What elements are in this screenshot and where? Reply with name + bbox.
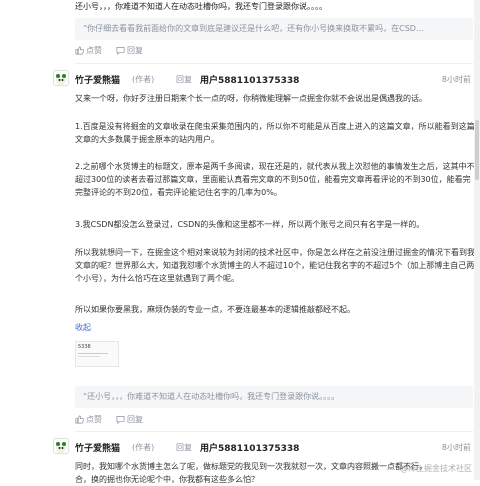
- reply-quote[interactable]: “还小号，，，你难道不知道人在动态吐槽你吗，我还专门登录跟你说。。。。: [75, 386, 473, 408]
- like-button[interactable]: 点赞: [75, 414, 102, 425]
- comment-paragraph: 所以如果你要黑我，麻烦伪装的专业一点，不要连最基本的逻辑推敲都经不起。: [75, 305, 355, 314]
- reply-target-user[interactable]: 用户5881101375338: [200, 441, 299, 454]
- like-label: 点赞: [86, 46, 102, 55]
- username[interactable]: 竹子爱熊猫: [75, 73, 120, 86]
- scrollbar-thumb[interactable]: [475, 120, 479, 180]
- timestamp: 8小时前: [441, 443, 471, 452]
- avatar[interactable]: [53, 438, 69, 454]
- comment-text-tail: 还小号，，，你难道不知道人在动态吐槽你吗，我还专门登录跟你说。。。。: [75, 2, 327, 11]
- username[interactable]: 竹子爱熊猫: [75, 441, 120, 454]
- reply-quote[interactable]: “你仔细去看看我前面给你的文章到底是建议还是什么吧，还有你小号换来换取不累吗，在…: [75, 18, 473, 40]
- divider: [75, 431, 473, 432]
- comment-paragraph: 又来一个呀，你好歹注册日期来个长一点的呀，你稍微能理解一点掘金你就不会说出是偶遇…: [75, 94, 427, 103]
- reply-target-user[interactable]: 用户5881101375338: [200, 73, 299, 86]
- image-text: 5338: [78, 344, 91, 350]
- comment-paragraph: 2.之前哪个水货博主的标题文，原本是两千多阅读，现在还是的，就代表从我上次怼他的…: [75, 162, 475, 197]
- author-badge: (作者): [132, 443, 155, 452]
- panda-avatar-icon: [56, 442, 66, 453]
- panda-avatar-icon: [56, 74, 66, 85]
- comment-header: 竹子爱熊猫 (作者) 回复 用户5881101375338 8小时前: [45, 438, 475, 458]
- reply-label: 回复: [127, 46, 143, 55]
- comment-header: 竹子爱熊猫 (作者) 回复 用户5881101375338 8小时前: [45, 70, 475, 90]
- like-button[interactable]: 点赞: [75, 45, 102, 56]
- collapse-link[interactable]: 收起: [75, 322, 91, 333]
- scrollbar[interactable]: [474, 0, 480, 480]
- comment-paragraph: 3.我CSDN都没怎么登录过，CSDN的头像和这里都不一样，所以两个账号之间只有…: [75, 220, 425, 229]
- reply-word: 回复: [176, 443, 192, 452]
- watermark: @稀土掘金技术社区: [400, 464, 472, 473]
- avatar[interactable]: [53, 70, 69, 86]
- reply-word: 回复: [176, 75, 192, 84]
- comment-icon: [116, 415, 125, 424]
- comment-actions: 点赞 回复: [75, 45, 143, 56]
- comment-icon: [116, 46, 125, 55]
- comment-list: 还小号，，，你难道不知道人在动态吐槽你吗，我还专门登录跟你说。。。。 “你仔细去…: [45, 0, 480, 484]
- thumbs-up-icon: [75, 415, 84, 424]
- like-label: 点赞: [86, 415, 102, 424]
- comment-paragraph: 1.百度是没有将掘金的文章收录在爬虫采集范围内的，所以你不可能是从百度上进入的这…: [75, 122, 475, 144]
- reply-button[interactable]: 回复: [116, 414, 143, 425]
- comment-image[interactable]: 5338: [75, 341, 119, 367]
- timestamp: 8小时前: [441, 75, 471, 84]
- reply-button[interactable]: 回复: [116, 45, 143, 56]
- comment-actions: 点赞 回复: [75, 414, 143, 425]
- comment-paragraph: 所以我就想问一下，在掘金这个相对来说较为封闭的技术社区中，你是怎么样在之前没注册…: [75, 248, 475, 283]
- divider: [75, 63, 473, 64]
- thumbs-up-icon: [75, 46, 84, 55]
- author-badge: (作者): [132, 75, 155, 84]
- reply-label: 回复: [127, 415, 143, 424]
